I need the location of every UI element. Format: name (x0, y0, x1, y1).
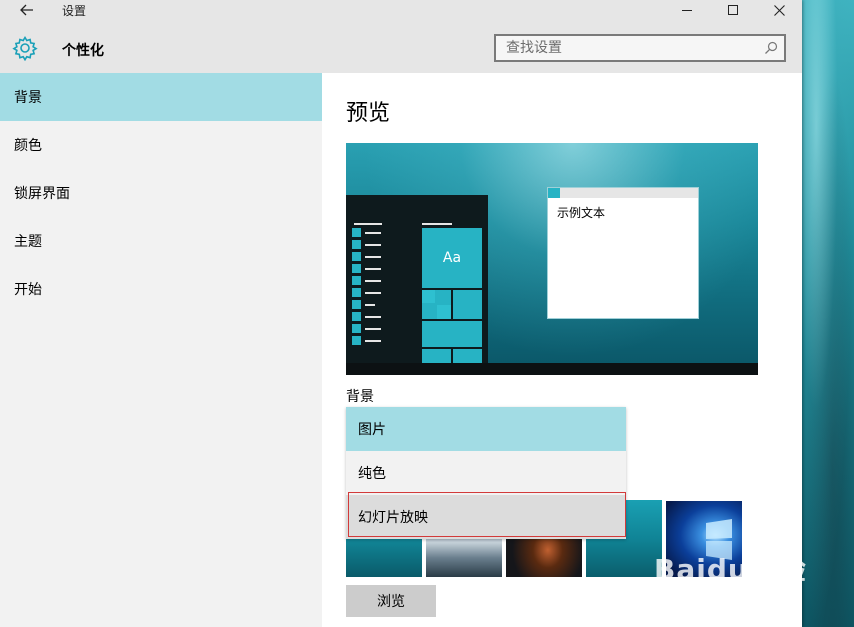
minimize-button[interactable] (664, 0, 710, 20)
search-input[interactable] (496, 36, 756, 60)
settings-header: 个性化 (0, 20, 802, 73)
baidu-watermark: Baidu经验 jingyan.baidu.com (654, 548, 807, 599)
main-content: 预览 Aa 示例文本 背景 图片 纯色 幻灯片放映 浏览 (322, 73, 802, 627)
desktop-wallpaper (800, 0, 854, 627)
background-label: 背景 (346, 389, 374, 405)
back-button[interactable] (14, 0, 40, 20)
option-label: 幻灯片放映 (358, 510, 428, 526)
search-icon[interactable] (764, 41, 778, 55)
option-label: 纯色 (358, 466, 386, 482)
maximize-icon (728, 5, 738, 15)
sidebar-item-start[interactable]: 开始 (0, 265, 322, 313)
browse-button[interactable]: 浏览 (346, 585, 436, 617)
minimize-icon (682, 10, 692, 11)
dropdown-option-slideshow[interactable]: 幻灯片放映 (346, 495, 626, 539)
sidebar-item-background[interactable]: 背景 (0, 73, 322, 121)
preview-start-menu: Aa (346, 195, 488, 363)
preview-sample-text: 示例文本 (557, 206, 606, 220)
close-icon (773, 4, 785, 16)
settings-window: 设置 个性化 背景 (0, 0, 802, 627)
preview-heading: 预览 (346, 101, 391, 126)
search-box[interactable] (494, 34, 786, 62)
sidebar-item-label: 颜色 (14, 138, 42, 154)
preview-tile: Aa (422, 228, 482, 288)
watermark-brand: Baidu经验 (654, 553, 807, 586)
sidebar-item-label: 锁屏界面 (14, 186, 70, 202)
page-title: 个性化 (62, 43, 104, 59)
dropdown-option-solid-color[interactable]: 纯色 (346, 451, 626, 495)
desktop-preview: Aa 示例文本 (346, 143, 758, 375)
sidebar-item-label: 开始 (14, 282, 42, 298)
sidebar-item-label: 背景 (14, 90, 42, 106)
sidebar-item-colors[interactable]: 颜色 (0, 121, 322, 169)
sidebar-item-lock-screen[interactable]: 锁屏界面 (0, 169, 322, 217)
title-bar: 设置 (0, 0, 802, 20)
close-button[interactable] (756, 0, 802, 20)
sidebar-item-label: 主题 (14, 234, 42, 250)
gear-icon (12, 35, 38, 61)
sidebar-item-themes[interactable]: 主题 (0, 217, 322, 265)
back-arrow-icon (20, 4, 33, 16)
maximize-button[interactable] (710, 0, 756, 20)
window-title: 设置 (62, 4, 87, 18)
preview-window: 示例文本 (548, 188, 698, 318)
background-type-dropdown[interactable]: 图片 纯色 幻灯片放映 (346, 407, 626, 539)
option-label: 图片 (358, 422, 386, 438)
dropdown-option-picture[interactable]: 图片 (346, 407, 626, 451)
preview-taskbar (346, 363, 758, 375)
sidebar-nav: 背景 颜色 锁屏界面 主题 开始 (0, 73, 322, 627)
